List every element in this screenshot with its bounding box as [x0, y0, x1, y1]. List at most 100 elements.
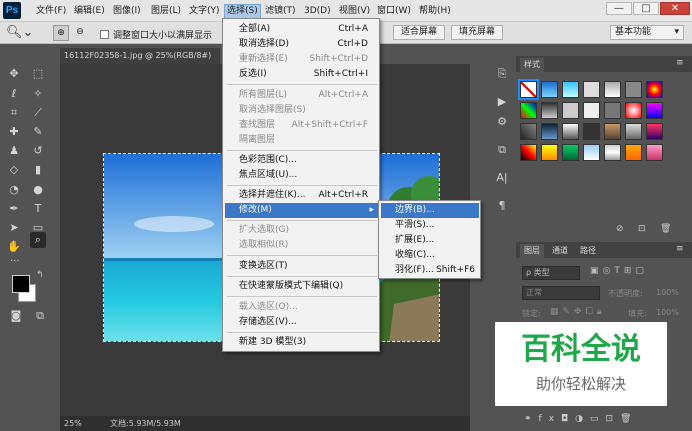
- menu-type[interactable]: 文字(Y): [187, 4, 222, 19]
- style-swatch[interactable]: [583, 123, 600, 140]
- panel-menu-icon[interactable]: ≡: [676, 58, 684, 68]
- path-selection-tool-icon[interactable]: ➤: [6, 220, 22, 236]
- marquee-tool-icon[interactable]: ⬚: [30, 66, 46, 82]
- style-swatch[interactable]: [518, 79, 539, 100]
- menu-item-deselect[interactable]: 取消选择(D) Ctrl+D: [225, 37, 378, 52]
- style-swatch[interactable]: [562, 81, 579, 98]
- close-button[interactable]: ✕: [660, 2, 690, 15]
- menu-item-isolate-layers[interactable]: 隔离图层: [225, 133, 378, 148]
- submenu-item-contract[interactable]: 收缩(C)...: [381, 248, 479, 263]
- zoom-tool-active-icon[interactable]: ⌕: [30, 232, 46, 248]
- menu-window[interactable]: 窗口(W): [375, 4, 413, 19]
- opacity-value[interactable]: 100%: [656, 288, 679, 297]
- submenu-item-border[interactable]: 边界(B)...: [381, 203, 479, 218]
- menu-3d[interactable]: 3D(D): [302, 4, 333, 19]
- menu-item-modify[interactable]: 修改(M) ▸: [225, 203, 378, 218]
- menu-image[interactable]: 图像(I): [111, 4, 143, 19]
- menu-item-all-layers[interactable]: 所有图层(L) Alt+Ctrl+A: [225, 88, 378, 103]
- menu-edit[interactable]: 编辑(E): [72, 4, 107, 19]
- menu-item-transform-selection[interactable]: 变换选区(T): [225, 259, 378, 274]
- style-swatch[interactable]: [562, 123, 579, 140]
- maximize-button[interactable]: □: [633, 2, 659, 15]
- style-swatch[interactable]: [604, 102, 621, 119]
- pen-tool-icon[interactable]: ✒: [6, 201, 22, 217]
- more-tools-icon[interactable]: ···: [10, 256, 20, 267]
- style-swatch[interactable]: [646, 123, 663, 140]
- document-size[interactable]: 文档:5.93M/5.93M: [110, 416, 181, 431]
- style-swatch[interactable]: [520, 123, 537, 140]
- document-tab[interactable]: 16112F02358-1.jpg @ 25%(RGB/8#): [60, 48, 220, 64]
- style-swatch[interactable]: [583, 102, 600, 119]
- tab-layers[interactable]: 图层: [520, 244, 544, 258]
- clone-source-panel-icon[interactable]: ⧉: [494, 142, 510, 158]
- style-swatch[interactable]: [520, 144, 537, 161]
- style-swatch[interactable]: [646, 102, 663, 119]
- style-swatch[interactable]: [562, 102, 579, 119]
- menu-item-select-and-mask[interactable]: 选择并遮住(K)... Alt+Ctrl+R: [225, 188, 378, 203]
- menu-item-grow[interactable]: 扩大选取(G): [225, 223, 378, 238]
- submenu-item-expand[interactable]: 扩展(E)...: [381, 233, 479, 248]
- menu-item-reselect[interactable]: 重新选择(E) Shift+Ctrl+D: [225, 52, 378, 67]
- eraser-tool-icon[interactable]: ◇: [6, 162, 22, 178]
- style-swatch[interactable]: [625, 102, 642, 119]
- style-swatch[interactable]: [541, 144, 558, 161]
- eyedropper-tool-icon[interactable]: ⟋: [30, 105, 46, 121]
- style-swatch[interactable]: [604, 144, 621, 161]
- properties-panel-icon[interactable]: ⚙: [494, 114, 510, 130]
- history-brush-tool-icon[interactable]: ↺: [30, 143, 46, 159]
- style-swatch[interactable]: [541, 102, 558, 119]
- style-swatch[interactable]: [625, 123, 642, 140]
- minimize-button[interactable]: —: [606, 2, 632, 15]
- menu-select[interactable]: 选择(S): [224, 4, 261, 19]
- menu-item-load-selection[interactable]: 载入选区(O)...: [225, 300, 378, 315]
- layer-actions-icons[interactable]: ⚭fx◘◑▭⊡🗑︎: [524, 414, 638, 424]
- gradient-tool-icon[interactable]: ▮: [30, 162, 46, 178]
- new-style-icon[interactable]: ⊡: [638, 224, 646, 234]
- style-swatch[interactable]: [520, 102, 537, 119]
- panel-menu-icon[interactable]: ≡: [676, 244, 684, 254]
- menu-item-deselect-layers[interactable]: 取消选择图层(S): [225, 103, 378, 118]
- menu-item-similar[interactable]: 选取相似(R): [225, 238, 378, 253]
- screen-mode-icon[interactable]: ⧉: [32, 308, 48, 324]
- quick-mask-icon[interactable]: ◙: [8, 308, 24, 324]
- style-swatch[interactable]: [646, 144, 663, 161]
- style-swatch[interactable]: [562, 144, 579, 161]
- menu-item-save-selection[interactable]: 存储选区(V)...: [225, 315, 378, 330]
- style-swatch[interactable]: [604, 123, 621, 140]
- fill-screen-button[interactable]: 填充屏幕: [451, 25, 503, 40]
- history-panel-icon[interactable]: ⎘: [494, 66, 510, 82]
- menu-item-inverse[interactable]: 反选(I) Shift+Ctrl+I: [225, 67, 378, 82]
- workspace-select[interactable]: 基本功能 ▾: [610, 25, 684, 40]
- actions-panel-icon[interactable]: ▶: [494, 94, 510, 110]
- dodge-tool-icon[interactable]: ●: [30, 182, 46, 198]
- zoom-in-icon[interactable]: ⊕: [53, 25, 69, 41]
- menu-item-select-all[interactable]: 全部(A) Ctrl+A: [225, 22, 378, 37]
- lasso-tool-icon[interactable]: ℓ: [6, 86, 22, 102]
- menu-layer[interactable]: 图层(L): [149, 4, 183, 19]
- menu-filter[interactable]: 滤镜(T): [263, 4, 298, 19]
- style-swatch[interactable]: [583, 81, 600, 98]
- tab-channels[interactable]: 通道: [548, 244, 572, 258]
- zoom-tool-icon[interactable]: 🔍︎⌄: [6, 24, 34, 42]
- tab-paths[interactable]: 路径: [576, 244, 600, 258]
- blur-tool-icon[interactable]: ◔: [6, 182, 22, 198]
- blend-mode-select[interactable]: 正常: [522, 286, 600, 300]
- fill-value[interactable]: 100%: [656, 308, 679, 317]
- style-swatch[interactable]: [625, 81, 642, 98]
- style-swatch[interactable]: [625, 144, 642, 161]
- menu-item-color-range[interactable]: 色彩范围(C)...: [225, 153, 378, 168]
- layer-filter-icons[interactable]: ▣◎T⊞▢: [590, 266, 648, 276]
- clone-stamp-tool-icon[interactable]: ♟: [6, 143, 22, 159]
- zoom-out-icon[interactable]: ⊖: [72, 25, 88, 41]
- magic-wand-tool-icon[interactable]: ✧: [30, 86, 46, 102]
- menu-help[interactable]: 帮助(H): [417, 4, 453, 19]
- menu-view[interactable]: 视图(V): [337, 4, 372, 19]
- zoom-level[interactable]: 25%: [64, 416, 82, 431]
- styles-tab[interactable]: 样式: [520, 58, 544, 72]
- layer-filter-select[interactable]: ρ 类型: [522, 266, 580, 280]
- style-swatch[interactable]: [604, 81, 621, 98]
- style-swatch[interactable]: [541, 123, 558, 140]
- move-tool-icon[interactable]: ✥: [6, 66, 22, 82]
- brush-tool-icon[interactable]: ✎: [30, 124, 46, 140]
- resize-window-checkbox[interactable]: [100, 30, 109, 39]
